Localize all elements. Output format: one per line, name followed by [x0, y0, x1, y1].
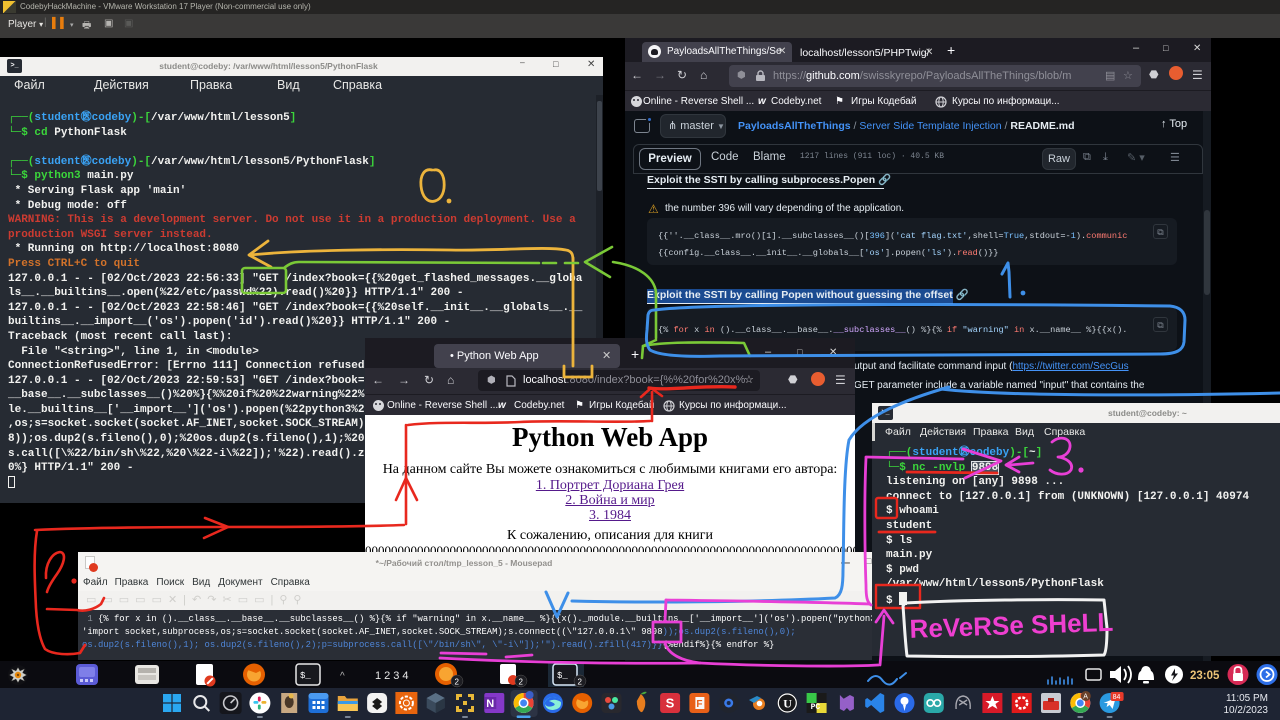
svg-text:ReVeRSe SHeLL: ReVeRSe SHeLL: [909, 607, 1114, 644]
